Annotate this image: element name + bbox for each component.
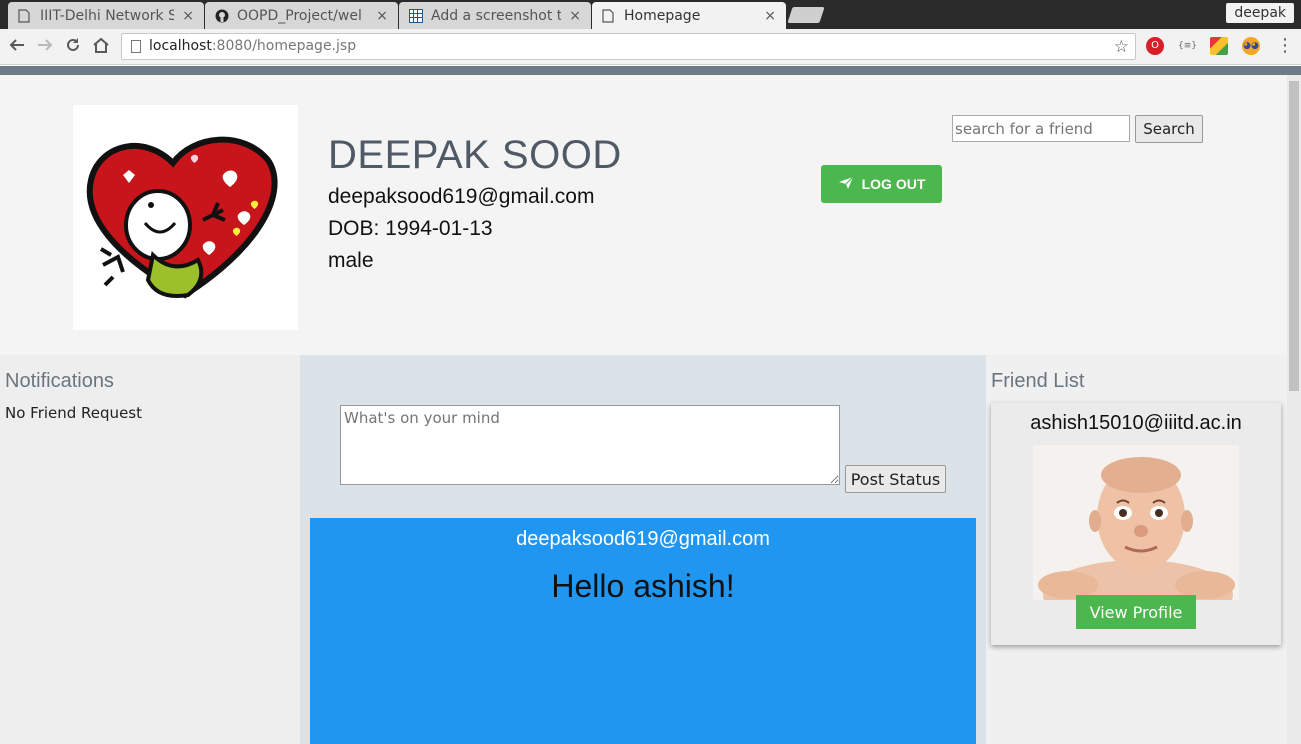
logout-button[interactable]: LOG OUT: [821, 165, 942, 203]
close-icon[interactable]: ×: [182, 8, 194, 24]
tab-add-screenshot[interactable]: Add a screenshot to ×: [399, 2, 591, 29]
friend-email: ashish15010@iiitd.ac.in: [1030, 412, 1242, 434]
tab-oopd-project[interactable]: OOPD_Project/wel ×: [205, 2, 398, 29]
profile-gender: male: [328, 249, 374, 272]
notifications-panel: Notifications No Friend Request: [0, 355, 300, 744]
scrollbar-thumb[interactable]: [1289, 81, 1299, 391]
page-icon: [18, 8, 32, 23]
chrome-apps-icon[interactable]: [1210, 37, 1228, 55]
profile-name: DEEPAK SOOD: [328, 133, 622, 177]
heart-avatar-image: [86, 136, 278, 299]
friend-photo: [1033, 445, 1239, 600]
friend-list-title: Friend List: [991, 370, 1085, 392]
friend-search-input[interactable]: [952, 115, 1130, 142]
url-path: :8080/homepage.jsp: [211, 38, 357, 54]
view-profile-button[interactable]: View Profile: [1076, 595, 1196, 629]
back-icon[interactable]: [6, 36, 28, 58]
tab-homepage[interactable]: Homepage ×: [592, 2, 786, 29]
tab-iiit-delhi[interactable]: IIIT-Delhi Network S ×: [8, 2, 204, 29]
github-icon: [215, 9, 229, 23]
bookmark-star-icon[interactable]: ☆: [1114, 35, 1129, 60]
browser-tab-bar: IIIT-Delhi Network S × OOPD_Project/wel …: [0, 0, 1301, 29]
status-input[interactable]: [340, 405, 840, 485]
profile-button[interactable]: deepak: [1226, 3, 1294, 23]
send-icon: [838, 176, 854, 193]
home-icon[interactable]: [90, 36, 112, 58]
profile-email: deepaksood619@gmail.com: [328, 185, 595, 208]
logout-label: LOG OUT: [861, 176, 926, 192]
search-button[interactable]: Search: [1135, 115, 1203, 143]
page-scrollbar[interactable]: [1287, 75, 1301, 744]
baby-photo: [1033, 445, 1239, 600]
url-host: localhost: [149, 38, 212, 54]
browser-menu-icon[interactable]: ⋮: [1276, 35, 1294, 56]
new-tab-button[interactable]: [787, 7, 825, 23]
notifications-text: No Friend Request: [5, 404, 142, 422]
notifications-title: Notifications: [5, 370, 114, 392]
tab-title: IIIT-Delhi Network S: [40, 7, 175, 24]
post-author: deepaksood619@gmail.com: [516, 528, 770, 550]
grid-icon: [409, 8, 423, 23]
friend-list-panel: Friend List ashish15010@iiitd.ac.in View…: [986, 355, 1287, 744]
post-card: deepaksood619@gmail.com Hello ashish!: [310, 518, 976, 744]
homepage: DEEPAK SOOD deepaksood619@gmail.com DOB:…: [0, 75, 1287, 744]
page-info-icon: [131, 40, 141, 53]
page-icon: [602, 8, 616, 23]
page-top-stripe: [0, 66, 1301, 75]
friend-card: ashish15010@iiitd.ac.in View Profile: [991, 403, 1281, 645]
browser-toolbar: localhost:8080/homepage.jsp ☆ O {≡} ◕◕ ⋮: [0, 29, 1301, 65]
opera-icon[interactable]: O: [1146, 37, 1164, 55]
post-status-button[interactable]: Post Status: [845, 465, 946, 493]
close-icon[interactable]: ×: [376, 8, 388, 24]
post-body: Hello ashish!: [551, 568, 735, 604]
profile-avatar: [73, 105, 298, 330]
tab-title: Homepage: [624, 7, 701, 24]
tab-title: Add a screenshot to: [431, 7, 562, 24]
profile-dob: DOB: 1994-01-13: [328, 217, 493, 240]
feed-panel: Post Status deepaksood619@gmail.com Hell…: [300, 355, 986, 744]
tab-title: OOPD_Project/wel: [237, 7, 362, 24]
extension-owl-icon[interactable]: ◕◕: [1242, 37, 1260, 55]
address-bar[interactable]: localhost:8080/homepage.jsp ☆: [121, 33, 1136, 60]
close-icon[interactable]: ×: [764, 8, 776, 24]
forward-icon[interactable]: [34, 36, 56, 58]
close-icon[interactable]: ×: [569, 8, 581, 24]
reload-icon[interactable]: [62, 36, 84, 58]
json-formatter-icon[interactable]: {≡}: [1178, 37, 1197, 55]
